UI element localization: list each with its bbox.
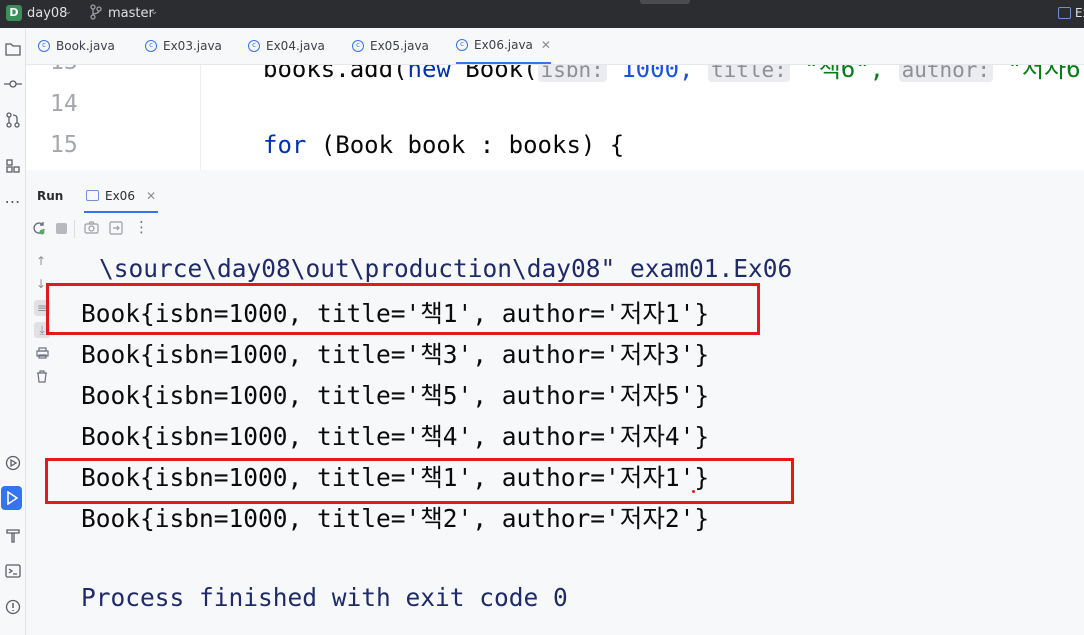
print-icon[interactable] [36, 347, 49, 362]
parameter-hint: author: [898, 65, 994, 82]
output-line: Book{isbn=1000, title='책5', author='저자5'… [81, 381, 710, 410]
branch-name[interactable]: master [108, 6, 154, 21]
class-icon: c [248, 40, 260, 52]
editor-tabs: c Book.java c Ex03.java c Ex04.java c Ex… [26, 28, 1084, 65]
tab-label: Ex04.java [266, 39, 325, 53]
arrow-down-icon[interactable]: ↓ [36, 277, 46, 291]
terminal-icon[interactable] [0, 559, 25, 583]
chevron-down-icon[interactable]: ⌄ [64, 6, 72, 17]
tab-label: Ex06.java [474, 38, 533, 52]
tab-ex04-java[interactable]: c Ex04.java [248, 28, 325, 64]
code-token: books.add( [263, 65, 408, 83]
pull-requests-icon[interactable] [0, 108, 25, 132]
command-line: \source\day08\out\production\day08" exam… [99, 254, 793, 283]
class-icon: c [352, 40, 364, 52]
title-right-label: Ex [1075, 6, 1084, 20]
tab-label: Ex05.java [370, 39, 429, 53]
line-number: 14 [50, 91, 78, 117]
gutter-separator [200, 65, 201, 170]
class-icon: c [145, 40, 157, 52]
tab-label: Book.java [56, 39, 115, 53]
tab-label: Ex03.java [163, 39, 222, 53]
problems-icon[interactable] [0, 595, 25, 619]
arrow-up-icon[interactable]: ↑ [36, 254, 46, 268]
tab-ex03-java[interactable]: c Ex03.java [145, 28, 222, 64]
project-name[interactable]: day08 [27, 6, 67, 21]
services-icon[interactable] [0, 451, 25, 475]
close-icon[interactable]: ✕ [146, 189, 156, 203]
code-token: Book( [450, 65, 538, 83]
chevron-down-icon[interactable]: ⌄ [150, 6, 158, 17]
window-icon[interactable] [1058, 7, 1071, 19]
close-icon[interactable]: ✕ [541, 38, 551, 52]
code-token: (Book book : books) { [306, 131, 625, 159]
class-icon: c [456, 39, 468, 51]
tab-book-java[interactable]: c Book.java [38, 28, 115, 64]
rerun-icon[interactable] [32, 221, 46, 239]
tab-ex05-java[interactable]: c Ex05.java [352, 28, 429, 64]
annotation-dot [692, 490, 695, 493]
line-gutter: 13 14 15 [26, 65, 141, 170]
console-icon [86, 190, 99, 201]
code-editor[interactable]: 13 14 15 books.add(new Book(isbn: 1000, … [26, 65, 1084, 170]
string-token: "책6", [789, 65, 899, 83]
output-line: Book{isbn=1000, title='책3', author='저자3'… [81, 340, 710, 369]
tool-window-strip: ⋯ [0, 28, 26, 635]
run-panel-title: Run [37, 189, 64, 203]
more-options-icon[interactable]: ⋮ [134, 218, 149, 236]
keyword-token: new [407, 65, 451, 83]
keyword-token: for [263, 131, 307, 159]
more-tools-icon[interactable]: ⋯ [0, 189, 25, 213]
build-hammer-icon[interactable] [0, 523, 25, 547]
highlight-box [45, 458, 794, 504]
string-token: "저자6")); [1007, 65, 1084, 83]
commit-icon[interactable] [0, 72, 25, 96]
line-number: 13 [50, 65, 78, 75]
project-folder-icon[interactable] [0, 37, 25, 61]
exit-message: Process finished with exit code 0 [81, 583, 568, 612]
stop-icon[interactable] [56, 223, 67, 234]
parameter-hint: isbn: [537, 65, 607, 82]
tab-ex06-java[interactable]: c Ex06.java ✕ [456, 28, 551, 64]
class-icon: c [38, 40, 50, 52]
output-line: Book{isbn=1000, title='책2', author='저자2'… [81, 504, 710, 533]
run-tab-label: Ex06 [105, 188, 135, 203]
title-bar: D day08 ⌄ master ⌄ Ex [0, 0, 1084, 28]
project-badge[interactable]: D [6, 5, 22, 21]
parameter-hint: title: [707, 65, 790, 82]
toolbar-divider [74, 220, 75, 238]
run-tool-icon[interactable] [1, 486, 22, 510]
code-line-13: books.add(new Book(isbn: 1000, title: "책… [263, 65, 1084, 84]
run-panel-header: Run Ex06 ✕ [26, 180, 1084, 213]
git-branch-icon [89, 4, 103, 24]
run-tab-ex06[interactable]: Ex06 ✕ [84, 180, 159, 213]
line-number: 15 [50, 132, 78, 158]
trash-icon[interactable] [36, 370, 48, 386]
window-notch [640, 0, 690, 4]
structure-icon[interactable] [0, 154, 25, 178]
exit-icon[interactable] [109, 221, 123, 239]
output-line: Book{isbn=1000, title='책4', author='저자4'… [81, 422, 710, 451]
number-token: 1000, [606, 65, 708, 83]
code-line-15: for (Book book : books) { [263, 131, 624, 159]
camera-icon[interactable] [84, 221, 99, 238]
highlight-box [46, 283, 760, 335]
run-toolbar: ⋮ [26, 214, 1084, 244]
